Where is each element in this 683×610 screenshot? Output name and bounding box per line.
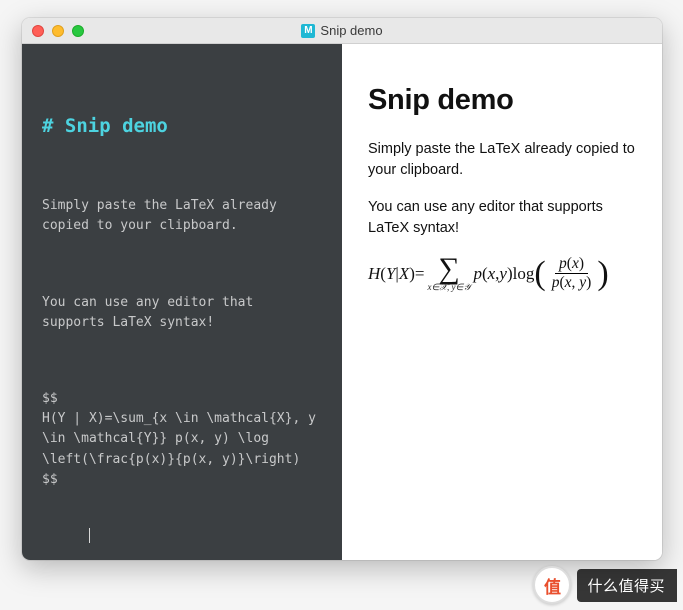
maximize-button[interactable] <box>72 25 84 37</box>
app-window: M Snip demo # Snip demo Simply paste the… <box>22 18 662 560</box>
editor-latex: $$ H(Y | X)=\sum_{x \in \mathcal{X}, y \… <box>42 389 322 490</box>
watermark: 值 什么值得买 <box>533 566 677 604</box>
math-frac-den: p(x, y) <box>548 274 596 291</box>
minimize-button[interactable] <box>52 25 64 37</box>
app-icon: M <box>301 24 315 38</box>
sigma-icon: ∑ <box>438 255 459 282</box>
watermark-text: 什么值得买 <box>577 569 677 602</box>
math-equation: H ( Y | X ) = ∑ x∈𝒳, y∈𝒴 p ( x , y ) log… <box>368 255 636 292</box>
math-eq: = <box>415 264 425 284</box>
editor-para-2: You can use any editor that supports LaT… <box>42 293 322 333</box>
traffic-lights <box>22 25 84 37</box>
math-H: H <box>368 264 380 284</box>
window-title: M Snip demo <box>22 23 662 38</box>
math-args1-x: x <box>488 264 496 284</box>
math-X: X <box>399 264 409 284</box>
math-bigparen-r: ) <box>597 260 608 289</box>
math-sum: ∑ x∈𝒳, y∈𝒴 <box>427 255 470 292</box>
close-button[interactable] <box>32 25 44 37</box>
preview-para-1: Simply paste the LaTeX already copied to… <box>368 139 636 181</box>
window-title-text: Snip demo <box>320 23 382 38</box>
content-area: # Snip demo Simply paste the LaTeX alrea… <box>22 44 662 560</box>
math-sum-sub: x∈𝒳, y∈𝒴 <box>427 283 470 292</box>
math-args1-y: y <box>499 264 507 284</box>
preview-heading: Snip demo <box>368 84 636 117</box>
text-cursor <box>89 528 91 543</box>
titlebar[interactable]: M Snip demo <box>22 18 662 44</box>
editor-heading: # Snip demo <box>42 112 322 141</box>
watermark-badge: 值 <box>533 566 571 604</box>
source-editor[interactable]: # Snip demo Simply paste the LaTeX alrea… <box>22 44 342 560</box>
preview-para-2: You can use any editor that supports LaT… <box>368 197 636 239</box>
math-frac-num: p(x) <box>555 256 588 274</box>
math-log: log <box>513 264 535 284</box>
math-Y: Y <box>386 264 395 284</box>
math-fraction: p(x) p(x, y) <box>548 256 596 292</box>
editor-para-1: Simply paste the LaTeX already copied to… <box>42 196 322 236</box>
math-bigparen-l: ( <box>534 260 545 289</box>
math-p1: p <box>473 264 482 284</box>
rendered-preview: Snip demo Simply paste the LaTeX already… <box>342 44 662 560</box>
